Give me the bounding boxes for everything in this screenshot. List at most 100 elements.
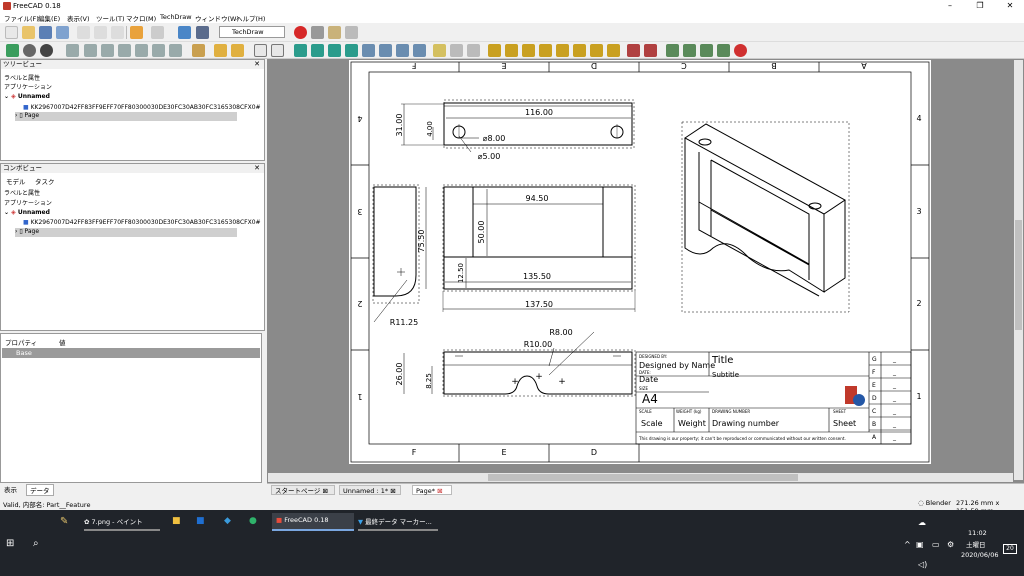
panel-close-icon[interactable]: ✕ bbox=[254, 60, 260, 68]
arch-view-icon[interactable] bbox=[396, 44, 409, 57]
tab-unnamed[interactable]: Unnamed : 1* ⊠ bbox=[339, 485, 401, 495]
start-icon[interactable]: ⊞ bbox=[6, 538, 14, 549]
group-icon[interactable] bbox=[231, 44, 244, 57]
menu-window[interactable]: ウィンドウ(W) bbox=[195, 13, 239, 23]
explorer-icon[interactable]: ■ bbox=[172, 516, 181, 526]
angle-dimension-icon[interactable] bbox=[573, 44, 586, 57]
taskbar-app-freecad[interactable]: ■ FreeCAD 0.18 bbox=[272, 513, 354, 531]
paste-icon[interactable] bbox=[111, 26, 124, 39]
three-point-angle-icon[interactable] bbox=[590, 44, 603, 57]
minimize-button[interactable]: – bbox=[935, 0, 965, 12]
vertical-dimension-icon[interactable] bbox=[522, 44, 535, 57]
refresh-icon[interactable] bbox=[178, 26, 191, 39]
tab-model[interactable]: モデル bbox=[6, 176, 26, 186]
tree-item-feature[interactable]: ■ KK2967007D42FF83FF9EFF70FF80300030DE30… bbox=[23, 104, 261, 111]
tab-page[interactable]: Page* ⊠ bbox=[412, 485, 452, 495]
notification-badge[interactable]: 20 bbox=[1003, 544, 1017, 554]
taskbar-app-data[interactable]: ▼ 最終データ マーカー... bbox=[358, 516, 438, 531]
whats-this-icon[interactable] bbox=[196, 26, 209, 39]
tree-doc[interactable]: ⌄ ◈ Unnamed bbox=[4, 93, 50, 100]
workbench-selector[interactable]: TechDraw bbox=[219, 26, 285, 38]
clip-add-icon[interactable] bbox=[450, 44, 463, 57]
network-icon[interactable]: ▣ bbox=[916, 540, 924, 549]
new-file-icon[interactable] bbox=[5, 26, 18, 39]
combo-item-page[interactable]: › ▯ Page bbox=[15, 228, 237, 237]
bottom-view[interactable] bbox=[403, 331, 636, 397]
left-view-icon[interactable] bbox=[169, 44, 182, 57]
menu-techdraw[interactable]: TechDraw bbox=[160, 13, 192, 21]
isometric-view-icon[interactable] bbox=[66, 44, 79, 57]
open-folder-icon[interactable] bbox=[22, 26, 35, 39]
horizontal-dimension-icon[interactable] bbox=[505, 44, 518, 57]
paint-icon[interactable]: ✎ bbox=[60, 516, 68, 527]
active-view-icon[interactable] bbox=[311, 44, 324, 57]
combo-doc[interactable]: ⌄ ◈ Unnamed bbox=[4, 209, 50, 216]
vertical-scrollbar[interactable] bbox=[1014, 60, 1023, 480]
front-view[interactable] bbox=[425, 184, 636, 312]
section-view-icon[interactable] bbox=[345, 44, 358, 57]
right-view-icon[interactable] bbox=[118, 44, 131, 57]
edge-icon[interactable]: ● bbox=[249, 516, 257, 526]
save-icon[interactable] bbox=[39, 26, 52, 39]
close-button[interactable]: ✕ bbox=[995, 0, 1024, 12]
top-view[interactable] bbox=[401, 99, 635, 153]
horizontal-scrollbar[interactable] bbox=[268, 473, 1013, 482]
rear-view-icon[interactable] bbox=[135, 44, 148, 57]
spreadsheet-view-icon[interactable] bbox=[413, 44, 426, 57]
tray-chevron-icon[interactable]: ^ bbox=[904, 540, 911, 549]
side-view[interactable] bbox=[372, 184, 420, 323]
maximize-button[interactable]: ❐ bbox=[965, 0, 995, 12]
tab-start-page[interactable]: スタートページ ⊠ bbox=[271, 485, 335, 495]
clip-remove-icon[interactable] bbox=[467, 44, 480, 57]
projection-group-icon[interactable] bbox=[328, 44, 341, 57]
navigation-style[interactable]: ◌ Blender bbox=[918, 499, 951, 507]
tab-view[interactable]: 表示 bbox=[4, 484, 17, 494]
hatch-icon[interactable] bbox=[666, 44, 679, 57]
menu-help[interactable]: ヘルプ(H) bbox=[236, 13, 265, 23]
menu-file[interactable]: ファイル(F) bbox=[4, 13, 39, 23]
fit-all-icon[interactable] bbox=[6, 44, 19, 57]
insert-view-icon[interactable] bbox=[294, 44, 307, 57]
outlook-icon[interactable]: ■ bbox=[196, 516, 205, 526]
balloon-icon[interactable] bbox=[627, 44, 640, 57]
combo-item-feature[interactable]: ■ KK2967007D42FF83FF9EFF70FF80300030DE30… bbox=[23, 219, 261, 226]
stop-macro-icon[interactable] bbox=[311, 26, 324, 39]
taskbar-app-paint[interactable]: ✿ 7.png - ペイント bbox=[84, 516, 160, 531]
insert-template-page-icon[interactable] bbox=[271, 44, 284, 57]
annotation-icon[interactable] bbox=[644, 44, 657, 57]
tree-item-page[interactable]: › ▯ Page bbox=[15, 112, 237, 121]
diameter-dimension-icon[interactable] bbox=[556, 44, 569, 57]
menu-macro[interactable]: マクロ(M) bbox=[126, 13, 156, 23]
cloud-icon[interactable]: ☁ bbox=[918, 518, 926, 527]
menu-tools[interactable]: ツール(T) bbox=[96, 13, 125, 23]
menu-edit[interactable]: 編集(E) bbox=[38, 13, 60, 23]
bottom-view-icon[interactable] bbox=[152, 44, 165, 57]
search-icon[interactable]: ⌕ bbox=[33, 538, 39, 549]
vertical-scroll-thumb[interactable] bbox=[1015, 220, 1022, 330]
settings-icon[interactable]: ⚙ bbox=[947, 540, 954, 549]
toggle-frames-icon[interactable] bbox=[734, 44, 747, 57]
link-dimension-icon[interactable] bbox=[607, 44, 620, 57]
clip-group-icon[interactable] bbox=[433, 44, 446, 57]
app-icon[interactable]: ◆ bbox=[224, 516, 231, 526]
menu-view[interactable]: 表示(V) bbox=[67, 13, 90, 23]
draft-view-icon[interactable] bbox=[379, 44, 392, 57]
front-view-icon[interactable] bbox=[84, 44, 97, 57]
zoom-icon[interactable] bbox=[23, 44, 36, 57]
tab-task[interactable]: タスク bbox=[35, 176, 55, 186]
run-macro-icon[interactable] bbox=[345, 26, 358, 39]
clock-date[interactable]: 2020/06/06 bbox=[961, 551, 998, 559]
volume-icon[interactable]: ◁) bbox=[918, 560, 927, 569]
draw-style-icon[interactable] bbox=[40, 44, 53, 57]
tab-data[interactable]: データ bbox=[26, 484, 54, 496]
redo-icon[interactable] bbox=[151, 26, 164, 39]
copy-icon[interactable] bbox=[94, 26, 107, 39]
cut-icon[interactable] bbox=[77, 26, 90, 39]
insert-page-icon[interactable] bbox=[254, 44, 267, 57]
geometric-hatch-icon[interactable] bbox=[683, 44, 696, 57]
part-icon[interactable] bbox=[214, 44, 227, 57]
isometric-view[interactable] bbox=[681, 121, 850, 313]
clock-time[interactable]: 11:02 bbox=[968, 529, 987, 537]
detail-view-icon[interactable] bbox=[362, 44, 375, 57]
undo-icon[interactable] bbox=[130, 26, 143, 39]
